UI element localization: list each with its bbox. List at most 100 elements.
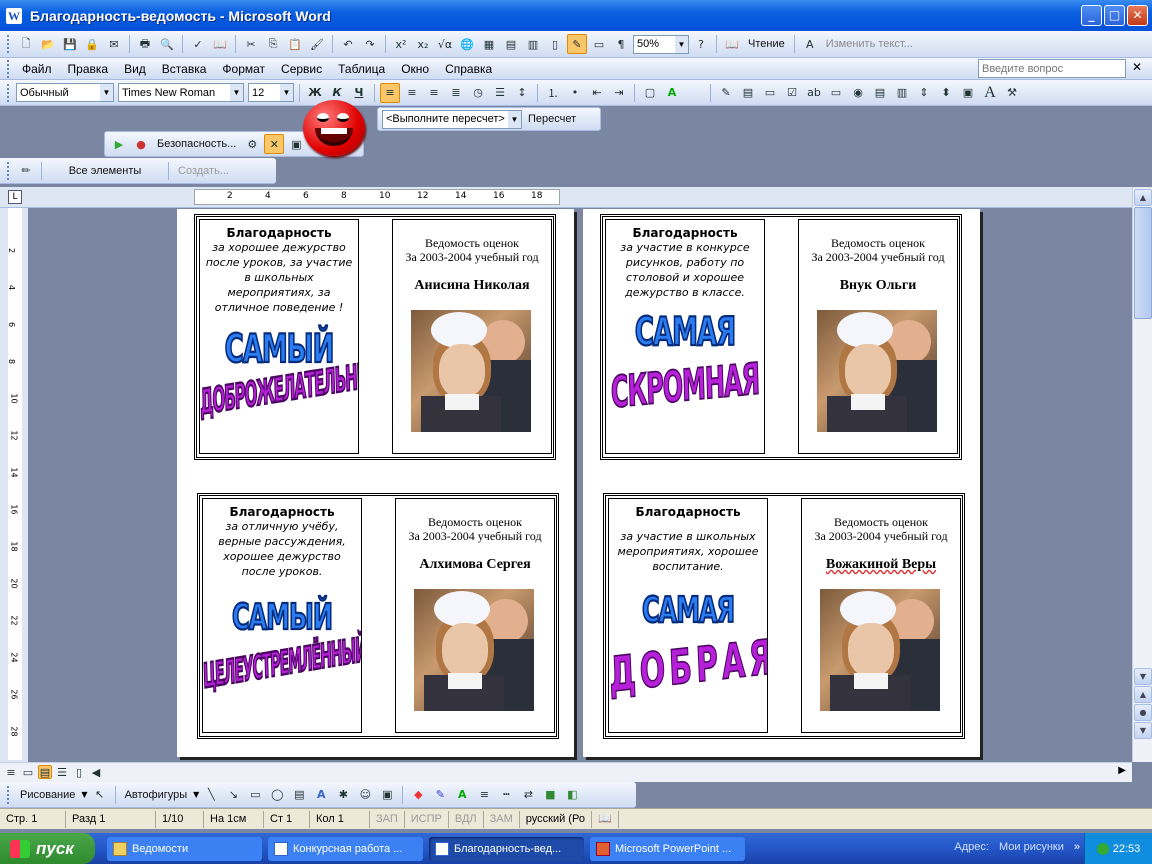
decrease-indent-icon[interactable]: ⇤ [587, 83, 607, 103]
address-toolbar[interactable]: Адрес: Мои рисунки» [954, 841, 1080, 853]
tray-icon[interactable] [1096, 842, 1109, 855]
superscript-icon[interactable]: x² [391, 34, 411, 54]
form-edit-icon[interactable]: ✎ [716, 83, 736, 103]
close-button[interactable]: ✕ [1127, 5, 1148, 26]
select-objects-icon[interactable]: ↖ [90, 785, 110, 805]
record-macro-icon[interactable]: ● [131, 134, 151, 154]
outline-view-icon[interactable]: ☰ [55, 765, 69, 779]
size-combo[interactable]: 12 ▼ [248, 83, 294, 102]
zoom-combo[interactable]: 50% ▼ [633, 34, 689, 54]
task-vedomosti[interactable]: Ведомости [107, 836, 262, 861]
drawing-icon[interactable]: ✎ [567, 34, 587, 54]
form-table-icon[interactable]: ▤ [738, 83, 758, 103]
start-button[interactable]: пуск [0, 833, 95, 864]
numbering-icon[interactable]: ⒈ [543, 83, 563, 103]
oval-icon[interactable]: ◯ [267, 785, 287, 805]
menu-table[interactable]: Таблица [330, 62, 393, 76]
menu-file[interactable]: Файл [14, 62, 60, 76]
align-right-icon[interactable]: ≡ [424, 83, 444, 103]
scroll-down-button[interactable]: ▼ [1134, 668, 1152, 685]
minimize-button[interactable]: _ [1081, 5, 1102, 26]
shadow-icon[interactable]: ■ [540, 785, 560, 805]
picture-icon[interactable]: ▣ [377, 785, 397, 805]
arrow-icon[interactable]: ↘ [223, 785, 243, 805]
control-toolbox-icon[interactable]: ✕ [264, 134, 285, 154]
run-macro-icon[interactable]: ▶ [109, 134, 129, 154]
combobox-icon[interactable]: ▥ [892, 83, 912, 103]
columns-align-icon[interactable]: ☰ [490, 83, 510, 103]
show-hide-icon[interactable]: ¶ [611, 34, 631, 54]
reading-view-icon[interactable]: ▯ [72, 765, 86, 779]
ask-question-input[interactable]: Введите вопрос [978, 59, 1126, 78]
checkbox-icon[interactable]: ☑ [782, 83, 802, 103]
wordart-icon[interactable]: A [311, 785, 331, 805]
underline-button[interactable]: Ч [349, 83, 369, 103]
status-ovr[interactable]: ЗАМ [484, 810, 520, 828]
scrollbar-ctl-icon[interactable]: ⇕ [914, 83, 934, 103]
document-map-icon[interactable]: ▭ [589, 34, 609, 54]
horizontal-scrollbar[interactable]: ≡ ▭ ▤ ☰ ▯ ◀ ▶ [0, 762, 1132, 782]
security-button[interactable]: Безопасность... [153, 138, 240, 150]
maximize-button[interactable]: □ [1104, 5, 1125, 26]
more-controls-icon[interactable]: ⚒ [1002, 83, 1022, 103]
borders-icon[interactable]: ▢ [640, 83, 660, 103]
image-ctl-icon[interactable]: ▣ [958, 83, 978, 103]
all-elements-button[interactable]: Все элементы [47, 165, 163, 177]
excel-icon[interactable]: ▥ [523, 34, 543, 54]
listbox-icon[interactable]: ▤ [870, 83, 890, 103]
menu-insert[interactable]: Вставка [154, 62, 215, 76]
close-doc-icon[interactable]: ✕ [1132, 60, 1142, 74]
format-painter-icon[interactable]: 🖌 [307, 34, 327, 54]
paste-icon[interactable]: 📋 [285, 34, 305, 54]
vertical-scrollbar[interactable]: ▲ ▼ ▲ ● ▼ [1132, 188, 1152, 762]
copy-icon[interactable]: ⎘ [263, 34, 283, 54]
scroll-right-icon[interactable]: ▶ [1118, 765, 1126, 776]
form-frame-icon[interactable]: ▭ [760, 83, 780, 103]
radio-icon[interactable]: ◉ [848, 83, 868, 103]
print-layout-icon[interactable]: ▤ [38, 765, 52, 779]
browse-object-button[interactable]: ● [1134, 704, 1152, 721]
bullets-icon[interactable]: • [565, 83, 585, 103]
recount-button[interactable]: Пересчет [524, 113, 580, 125]
equation-icon[interactable]: √α [435, 34, 455, 54]
scroll-up-button[interactable]: ▲ [1134, 189, 1152, 206]
align-left-icon[interactable]: ≡ [380, 82, 400, 103]
font-color-a-icon[interactable]: A [800, 34, 820, 54]
line-icon[interactable]: ╲ [201, 785, 221, 805]
spelling-status-icon[interactable]: 📖 [592, 810, 619, 828]
change-text-button[interactable]: Изменить текст... [822, 38, 917, 50]
arrow-style-icon[interactable]: ⇄ [518, 785, 538, 805]
status-ext[interactable]: ВДЛ [449, 810, 484, 828]
rectangle-icon[interactable]: ▭ [245, 785, 265, 805]
autoshapes-menu[interactable]: Автофигуры [121, 789, 192, 801]
web-view-icon[interactable]: ▭ [21, 765, 35, 779]
text-color-icon[interactable]: A [452, 785, 472, 805]
save-icon[interactable]: 💾 [60, 34, 80, 54]
cut-icon[interactable]: ✂ [241, 34, 261, 54]
undo-icon[interactable]: ↶ [338, 34, 358, 54]
email-icon[interactable]: ✉ [104, 34, 124, 54]
menu-view[interactable]: Вид [116, 62, 154, 76]
recount-select[interactable]: <Выполните пересчет> ▼ [382, 109, 522, 129]
open-icon[interactable]: 📂 [38, 34, 58, 54]
design-mode-icon[interactable]: ▣ [286, 134, 306, 154]
new-icon[interactable]: 🗋 [16, 34, 36, 54]
research-icon[interactable]: 📖 [210, 34, 230, 54]
dash-style-icon[interactable]: ┅ [496, 785, 516, 805]
button-ctl-icon[interactable]: ▭ [826, 83, 846, 103]
menu-grip[interactable] [7, 59, 11, 78]
help-icon[interactable]: ? [691, 34, 711, 54]
line-style-icon[interactable]: ≡ [474, 785, 494, 805]
permission-icon[interactable]: 🔒 [82, 34, 102, 54]
drawing-menu[interactable]: Рисование [16, 789, 79, 801]
bold-button[interactable]: Ж [305, 83, 325, 103]
fill-color-icon[interactable]: ◆ [408, 785, 428, 805]
status-trk[interactable]: ИСПР [405, 810, 449, 828]
print-icon[interactable]: 🖶 [135, 34, 155, 54]
line-color-icon[interactable]: ✎ [430, 785, 450, 805]
insert-table-icon[interactable]: ▤ [501, 34, 521, 54]
line-spacing-icon[interactable]: ↕ [512, 83, 532, 103]
status-rec[interactable]: ЗАП [370, 810, 405, 828]
pen-edit-icon[interactable]: ✏ [16, 161, 36, 181]
menu-edit[interactable]: Правка [60, 62, 117, 76]
